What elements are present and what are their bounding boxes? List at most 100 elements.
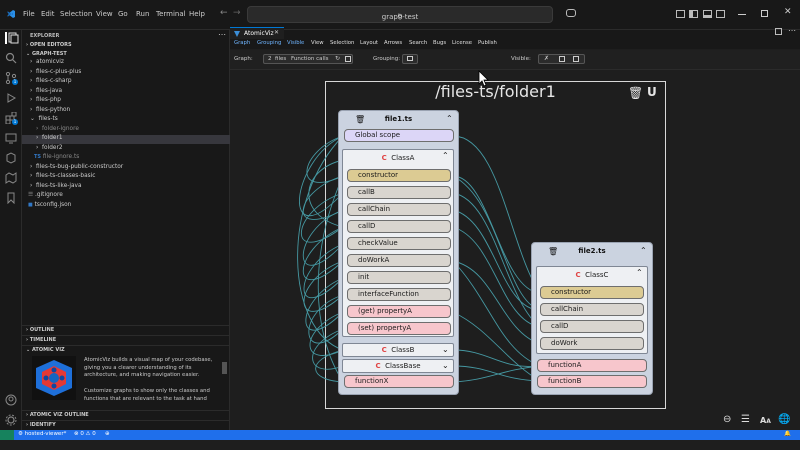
globe-icon[interactable]: 🌐 bbox=[778, 414, 790, 425]
visible-group-icon[interactable] bbox=[559, 56, 565, 62]
menu-help[interactable]: Help bbox=[189, 10, 205, 18]
tree-folder-atomicviz[interactable]: › atomicviz bbox=[30, 59, 64, 65]
menu-run[interactable]: Run bbox=[136, 10, 149, 18]
back-arrow-icon[interactable]: ← bbox=[220, 8, 228, 18]
tree-file-file-ignore[interactable]: TS file-ignore.ts bbox=[34, 154, 79, 160]
menu-file[interactable]: File bbox=[23, 10, 35, 18]
av-menu-graph[interactable]: Graph bbox=[234, 40, 250, 46]
av-menu-view[interactable]: View bbox=[311, 40, 324, 46]
function-functionB[interactable]: functionB bbox=[537, 375, 647, 388]
tree-folder-folder-ignore[interactable]: › folder-ignore bbox=[36, 126, 79, 132]
folder-trash-icon[interactable]: 🗑 bbox=[628, 86, 643, 100]
settings-gear-icon[interactable] bbox=[5, 414, 17, 426]
member-doWorkA[interactable]: doWorkA bbox=[347, 254, 451, 267]
explorer-icon[interactable] bbox=[5, 32, 19, 44]
tree-folder-folder1[interactable]: › folder1 bbox=[36, 135, 63, 141]
member-checkValue[interactable]: checkValue bbox=[347, 237, 451, 250]
remote-indicator[interactable] bbox=[0, 430, 14, 440]
visible-controls[interactable]: ✗ bbox=[538, 54, 585, 64]
close-tab-icon[interactable]: ✕ bbox=[274, 29, 279, 36]
hide-eye-icon[interactable]: ✗ bbox=[544, 55, 549, 62]
folder-magnet-icon[interactable]: U bbox=[647, 85, 657, 99]
tree-folder-files-ts[interactable]: ⌄ files-ts bbox=[30, 116, 58, 122]
graph-selector[interactable]: 2 files Function calls ↻ bbox=[263, 54, 353, 64]
classC-doWork[interactable]: doWork bbox=[540, 337, 644, 350]
layout-sidebar-icon[interactable] bbox=[676, 10, 685, 18]
remote-explorer-icon[interactable] bbox=[5, 132, 17, 144]
classC-constructor[interactable]: constructor bbox=[540, 286, 644, 299]
member-constructor[interactable]: constructor bbox=[347, 169, 451, 182]
workspace-section[interactable]: ⌄ GRAPH-TEST bbox=[26, 51, 67, 57]
av-menu-selection[interactable]: Selection bbox=[330, 40, 354, 46]
account-icon[interactable] bbox=[5, 394, 17, 406]
editor-more-icon[interactable]: ⋯ bbox=[788, 26, 796, 35]
menu-terminal[interactable]: Terminal bbox=[156, 10, 186, 18]
classC-callChain[interactable]: callChain bbox=[540, 303, 644, 316]
file1-collapse-icon[interactable]: ⌃ bbox=[446, 114, 453, 123]
tree-file-gitignore[interactable]: ☰ .gitignore bbox=[28, 192, 63, 198]
testing-icon[interactable] bbox=[5, 152, 17, 164]
member-interfaceFunction[interactable]: interfaceFunction bbox=[347, 288, 451, 301]
classA-collapse-icon[interactable]: ⌃ bbox=[442, 151, 449, 160]
visible-expand-icon[interactable] bbox=[573, 56, 579, 62]
av-menu-grouping[interactable]: Grouping bbox=[257, 40, 281, 46]
forward-arrow-icon[interactable]: → bbox=[233, 8, 241, 18]
tree-folder-folder2[interactable]: › folder2 bbox=[36, 145, 63, 151]
av-menu-search[interactable]: Search bbox=[409, 40, 427, 46]
member-init[interactable]: init bbox=[347, 271, 451, 284]
atomic-viz-outline-section[interactable]: › ATOMIC VIZ OUTLINE bbox=[26, 412, 89, 418]
classB-expand-icon[interactable]: ⌄ bbox=[442, 344, 449, 356]
file2-collapse-icon[interactable]: ⌃ bbox=[640, 246, 647, 255]
av-menu-arrows[interactable]: Arrows bbox=[384, 40, 402, 46]
tree-folder-files-ts-like-java[interactable]: › files-ts-like-java bbox=[30, 183, 82, 189]
grouping-button[interactable] bbox=[402, 54, 418, 64]
run-debug-icon[interactable] bbox=[5, 92, 17, 104]
extensions-icon[interactable]: 1 bbox=[5, 111, 18, 125]
zoom-out-icon[interactable]: ⊖ bbox=[723, 414, 731, 425]
layout-panel-icon[interactable] bbox=[703, 10, 712, 18]
problems-indicator[interactable]: ⊗ 0 ⚠ 0 bbox=[74, 431, 96, 437]
tree-folder-files-java[interactable]: › files-java bbox=[30, 88, 62, 94]
search-icon[interactable] bbox=[5, 52, 17, 64]
minimize-icon[interactable] bbox=[738, 14, 746, 15]
font-size-icon[interactable]: AA bbox=[760, 416, 771, 425]
av-menu-visible[interactable]: Visible bbox=[287, 40, 304, 46]
more-actions-icon[interactable]: ⋯ bbox=[218, 30, 226, 39]
classA-header[interactable]: C ClassA bbox=[343, 152, 453, 165]
classC-header[interactable]: C ClassC bbox=[537, 269, 647, 282]
classC-callD[interactable]: callD bbox=[540, 320, 644, 333]
map-icon[interactable] bbox=[5, 172, 17, 184]
global-scope-node[interactable]: Global scope bbox=[344, 129, 454, 142]
close-window-icon[interactable]: ✕ bbox=[784, 7, 792, 17]
list-lines-icon[interactable]: ☰ bbox=[741, 414, 750, 425]
member-set-propertyA[interactable]: (set) propertyA bbox=[347, 322, 451, 335]
tree-file-tsconfig[interactable]: ■ tsconfig.json bbox=[28, 202, 71, 208]
menu-selection[interactable]: Selection bbox=[60, 10, 92, 18]
command-center-search[interactable]: ⚲ graph-test bbox=[247, 6, 553, 23]
remote-host[interactable]: ⚙ hosted-viewer* bbox=[18, 431, 66, 437]
split-editor-icon[interactable] bbox=[775, 28, 782, 35]
bookmark-icon[interactable] bbox=[5, 192, 17, 205]
tab-atomicviz[interactable]: AtomicViz ✕ bbox=[230, 27, 284, 39]
layout-secondary-icon[interactable] bbox=[716, 10, 725, 18]
tree-folder-files-ts-classes-basic[interactable]: › files-ts-classes-basic bbox=[30, 173, 95, 179]
av-menu-bugs[interactable]: Bugs bbox=[433, 40, 446, 46]
av-menu-license[interactable]: License bbox=[452, 40, 472, 46]
tree-folder-files-c-sharp[interactable]: › files-c-sharp bbox=[30, 78, 72, 84]
identify-section[interactable]: › IDENTIFY bbox=[26, 422, 56, 428]
sidebar-scrollbar[interactable] bbox=[222, 362, 227, 374]
atomic-viz-section[interactable]: ⌄ ATOMIC VIZ bbox=[26, 347, 65, 353]
notifications-icon[interactable]: 🔔 bbox=[784, 431, 791, 437]
open-editors-section[interactable]: › OPEN EDITORS bbox=[26, 42, 72, 48]
ports-icon[interactable]: ⊕ bbox=[105, 431, 110, 437]
restore-icon[interactable] bbox=[761, 10, 768, 17]
member-callB[interactable]: callB bbox=[347, 186, 451, 199]
av-menu-layout[interactable]: Layout bbox=[360, 40, 378, 46]
copilot-icon[interactable] bbox=[566, 9, 576, 17]
classB-row[interactable]: C ClassB ⌄ bbox=[342, 343, 454, 357]
member-callChain[interactable]: callChain bbox=[347, 203, 451, 216]
outline-section[interactable]: › OUTLINE bbox=[26, 327, 54, 333]
classBase-row[interactable]: C ClassBase ⌄ bbox=[342, 359, 454, 373]
member-get-propertyA[interactable]: (get) propertyA bbox=[347, 305, 451, 318]
tree-folder-files-python[interactable]: › files-python bbox=[30, 107, 70, 113]
